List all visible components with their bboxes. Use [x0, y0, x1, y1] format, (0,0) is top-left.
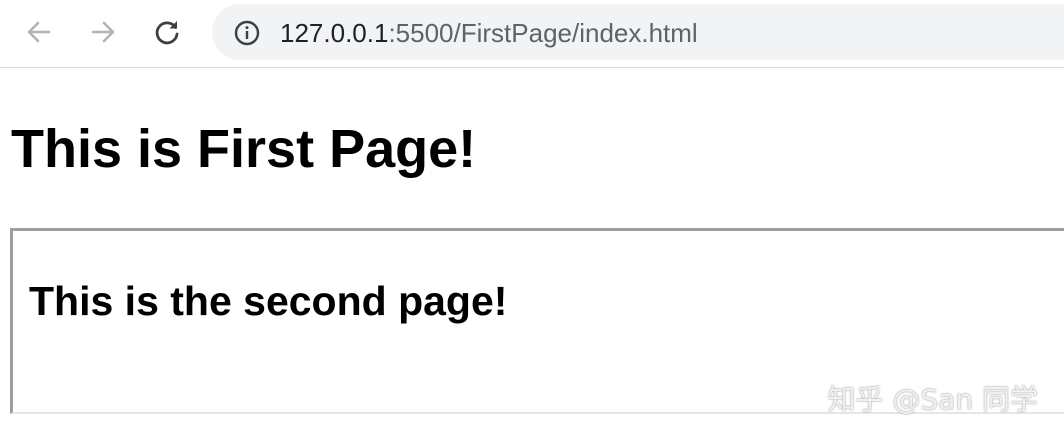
url-path: :5500/FirstPage/index.html	[388, 18, 698, 48]
forward-button[interactable]	[83, 12, 123, 52]
url-text[interactable]: 127.0.0.1:5500/FirstPage/index.html	[280, 18, 698, 48]
back-button[interactable]	[19, 12, 59, 52]
address-bar[interactable]: 127.0.0.1:5500/FirstPage/index.html	[212, 4, 1064, 60]
browser-toolbar: 127.0.0.1:5500/FirstPage/index.html	[0, 0, 1064, 68]
arrow-right-icon	[91, 21, 115, 43]
url-host: 127.0.0.1	[280, 18, 389, 48]
reload-button[interactable]	[147, 12, 187, 52]
page-title: This is First Page!	[11, 119, 477, 179]
arrow-left-icon	[27, 21, 51, 43]
watermark: 知乎 @San 同学	[827, 383, 1038, 416]
reload-icon	[155, 21, 179, 45]
iframe-heading: This is the second page!	[29, 278, 508, 324]
info-circle-icon[interactable]	[234, 20, 260, 46]
